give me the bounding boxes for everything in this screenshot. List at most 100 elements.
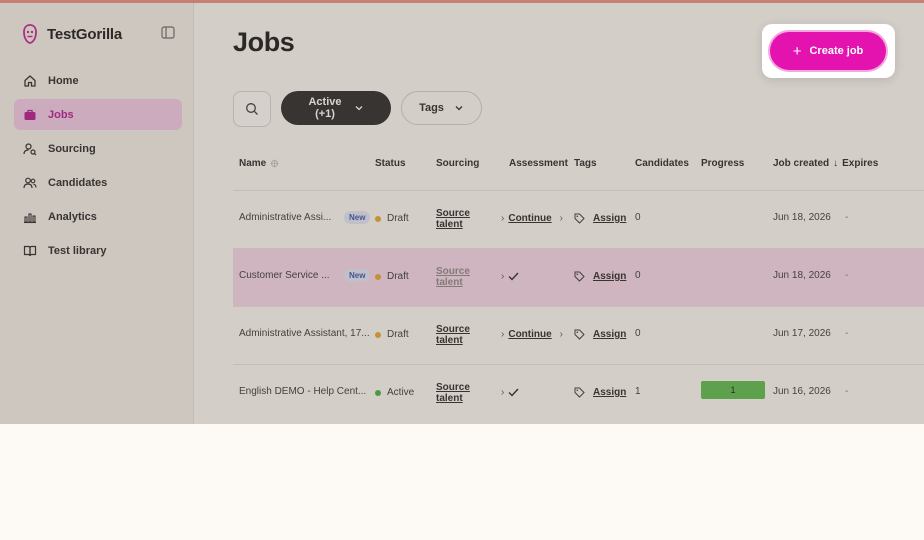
gorilla-logo-icon bbox=[23, 24, 37, 44]
tags-cell[interactable]: Assign bbox=[574, 213, 626, 224]
column-name[interactable]: Name bbox=[239, 158, 279, 169]
source-talent-link[interactable]: Source talent bbox=[436, 324, 470, 346]
assessment-cell[interactable]: › bbox=[501, 271, 519, 282]
source-talent-link[interactable]: Source talent bbox=[436, 208, 470, 230]
assessment-cell[interactable]: › Continue › bbox=[501, 213, 563, 224]
assign-tag-link[interactable]: Assign bbox=[593, 213, 626, 224]
status-dot-icon bbox=[375, 273, 381, 280]
job-created-date: Jun 18, 2026 bbox=[773, 212, 831, 223]
source-talent-link[interactable]: Source talent bbox=[436, 382, 470, 404]
candidates-count: 0 bbox=[635, 270, 641, 281]
sidebar-collapse-icon[interactable] bbox=[161, 26, 175, 39]
assign-tag-link[interactable]: Assign bbox=[593, 387, 626, 398]
expires-value: - bbox=[845, 270, 849, 281]
sidebar-item-label: Analytics bbox=[48, 210, 97, 223]
status-cell: Active bbox=[375, 387, 414, 398]
expires-value: - bbox=[845, 212, 849, 223]
job-created-date: Jun 18, 2026 bbox=[773, 270, 831, 281]
user-search-icon bbox=[23, 142, 37, 155]
search-icon bbox=[246, 103, 258, 115]
chevron-right-icon: › bbox=[501, 387, 505, 398]
new-badge: New bbox=[344, 269, 371, 282]
tag-icon bbox=[574, 213, 585, 224]
candidates-count: 0 bbox=[635, 328, 641, 339]
app-window: TestGorilla Home Jobs Sourcing Candidate… bbox=[0, 0, 924, 424]
tag-icon bbox=[574, 271, 585, 282]
continue-link[interactable]: Continue bbox=[508, 329, 551, 340]
column-status: Status bbox=[375, 158, 406, 169]
users-icon bbox=[23, 177, 37, 188]
chevron-down-icon bbox=[355, 106, 362, 111]
page-title: Jobs bbox=[233, 27, 295, 57]
column-job-created[interactable]: Job created ↓ Expires bbox=[773, 158, 878, 169]
candidates-count: 1 bbox=[635, 386, 641, 397]
continue-link[interactable]: Continue bbox=[508, 213, 551, 224]
sidebar-nav: Home Jobs Sourcing Candidates Analytics … bbox=[14, 65, 182, 269]
bar-chart-icon bbox=[24, 212, 36, 223]
status-dot-icon bbox=[375, 389, 381, 396]
sidebar-item-label: Sourcing bbox=[48, 142, 96, 155]
checkmark-icon bbox=[508, 388, 519, 397]
tag-icon bbox=[574, 329, 585, 340]
sidebar-item-jobs[interactable]: Jobs bbox=[14, 99, 182, 130]
job-name[interactable]: English DEMO - Help Cent... bbox=[239, 386, 373, 397]
create-job-button[interactable]: + Create job bbox=[770, 32, 886, 70]
brand-name: TestGorilla bbox=[47, 25, 123, 43]
sort-arrow-down-icon: ↓ bbox=[833, 158, 839, 169]
home-icon bbox=[24, 74, 36, 87]
search-button[interactable] bbox=[233, 91, 271, 127]
job-name[interactable]: Customer Service ... bbox=[239, 270, 339, 281]
sidebar-item-home[interactable]: Home bbox=[14, 65, 182, 96]
briefcase-icon bbox=[24, 109, 36, 120]
create-job-spotlight: + Create job bbox=[762, 24, 895, 78]
chevron-down-icon bbox=[455, 106, 463, 111]
book-icon bbox=[23, 245, 37, 256]
assessment-cell[interactable]: › bbox=[501, 387, 519, 398]
tags-cell[interactable]: Assign bbox=[574, 387, 626, 398]
sort-icon bbox=[270, 159, 279, 168]
progress-bar: 1 bbox=[701, 381, 765, 399]
status-cell: Draft bbox=[375, 213, 409, 224]
column-tags: Tags bbox=[574, 158, 597, 169]
sidebar-item-sourcing[interactable]: Sourcing bbox=[14, 133, 182, 164]
tags-cell[interactable]: Assign bbox=[574, 271, 626, 282]
chevron-right-icon: › bbox=[559, 329, 564, 340]
column-candidates: Candidates bbox=[635, 158, 689, 169]
sidebar-item-label: Jobs bbox=[48, 108, 74, 121]
status-dot-icon bbox=[375, 331, 381, 338]
status-filter-button[interactable]: Active (+1) bbox=[281, 91, 391, 125]
job-created-date: Jun 17, 2026 bbox=[773, 328, 831, 339]
new-badge: New bbox=[344, 211, 371, 224]
status-filter-label: Active (+1) bbox=[308, 96, 342, 120]
chevron-right-icon: › bbox=[501, 271, 505, 282]
sidebar-item-test-library[interactable]: Test library bbox=[14, 235, 182, 266]
assessment-cell[interactable]: › Continue › bbox=[501, 329, 563, 340]
sidebar-item-label: Candidates bbox=[48, 176, 108, 189]
chevron-right-icon: › bbox=[501, 213, 505, 224]
sidebar-item-analytics[interactable]: Analytics bbox=[14, 201, 182, 232]
expires-value: - bbox=[845, 386, 849, 397]
sidebar-item-candidates[interactable]: Candidates bbox=[14, 167, 182, 198]
column-sourcing: Sourcing bbox=[436, 158, 480, 169]
sidebar-item-label: Home bbox=[48, 74, 79, 87]
source-talent-link[interactable]: Source talent bbox=[436, 266, 470, 288]
job-name[interactable]: Administrative Assistant, 17... bbox=[239, 328, 373, 339]
sidebar: TestGorilla Home Jobs Sourcing Candidate… bbox=[0, 3, 194, 424]
jobs-table: Name Status Sourcing Assessment Tags Can… bbox=[233, 144, 924, 422]
tags-filter-button[interactable]: Tags bbox=[401, 91, 482, 125]
brand[interactable]: TestGorilla bbox=[22, 22, 122, 46]
status-cell: Draft bbox=[375, 271, 409, 282]
assign-tag-link[interactable]: Assign bbox=[593, 271, 626, 282]
table-row[interactable]: English DEMO - Help Cent... Active Sourc… bbox=[233, 364, 924, 422]
job-created-date: Jun 16, 2026 bbox=[773, 386, 831, 397]
tags-cell[interactable]: Assign bbox=[574, 329, 626, 340]
filter-bar: Active (+1) Tags bbox=[233, 91, 482, 127]
chevron-right-icon: › bbox=[559, 213, 564, 224]
chevron-right-icon: › bbox=[501, 329, 505, 340]
table-row[interactable]: Administrative Assi... New Draft Source t… bbox=[233, 190, 924, 248]
table-row[interactable]: Customer Service ... New Draft Source tal… bbox=[233, 248, 924, 306]
status-dot-icon bbox=[375, 215, 381, 222]
assign-tag-link[interactable]: Assign bbox=[593, 329, 626, 340]
job-name[interactable]: Administrative Assi... bbox=[239, 212, 339, 223]
table-row[interactable]: Administrative Assistant, 17... Draft So… bbox=[233, 306, 924, 364]
